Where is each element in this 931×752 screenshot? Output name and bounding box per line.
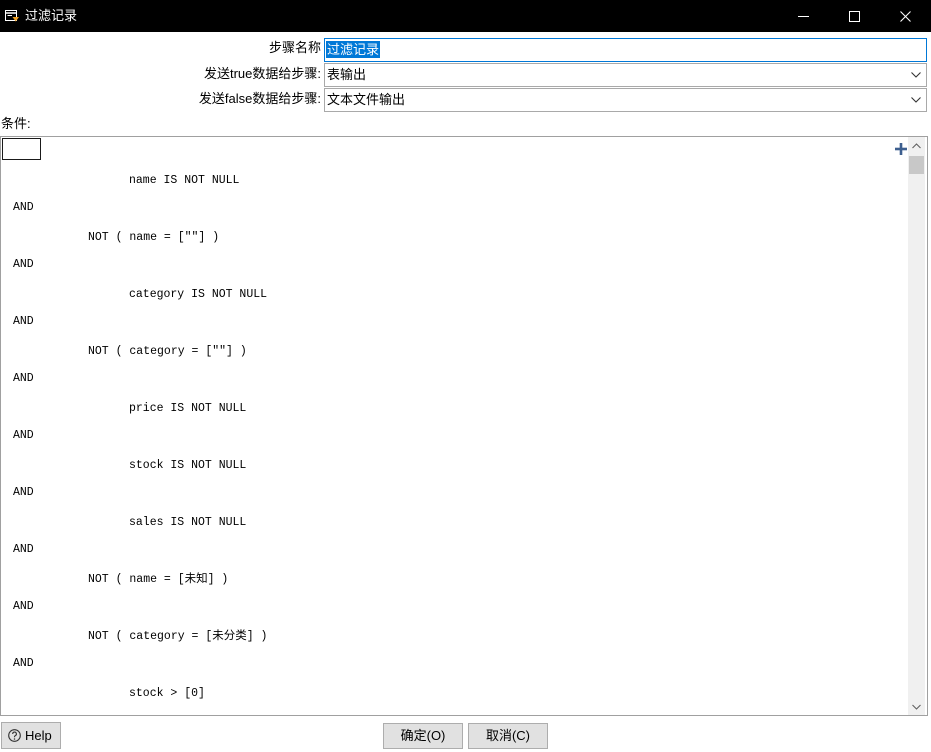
- send-false-value: 文本文件输出: [327, 92, 406, 107]
- operator-row[interactable]: AND: [13, 543, 34, 557]
- vertical-scrollbar[interactable]: [908, 137, 925, 715]
- operator-row[interactable]: AND: [13, 429, 34, 443]
- condition-row[interactable]: stock > [0]: [129, 687, 205, 701]
- step-name-value: 过滤记录: [326, 41, 381, 58]
- chevron-up-icon: [912, 142, 921, 148]
- step-name-label: 步骤名称: [268, 40, 321, 55]
- maximize-icon: [848, 10, 860, 22]
- send-true-value: 表输出: [327, 67, 367, 82]
- negated-condition-row[interactable]: NOT ( name = [""] ): [88, 231, 219, 245]
- help-label: Help: [25, 728, 52, 743]
- window-title: 过滤记录: [25, 8, 78, 23]
- chevron-down-icon: [911, 97, 921, 103]
- negated-condition-row[interactable]: NOT ( category = [""] ): [88, 345, 247, 359]
- minimize-button[interactable]: [780, 0, 826, 32]
- condition-row[interactable]: stock IS NOT NULL: [129, 459, 246, 473]
- help-icon: [8, 729, 21, 742]
- condition-row[interactable]: name IS NOT NULL: [129, 174, 239, 188]
- send-true-label: 发送true数据给步骤:: [203, 66, 321, 81]
- operator-row[interactable]: AND: [13, 600, 34, 614]
- condition-row[interactable]: price IS NOT NULL: [129, 402, 246, 416]
- negated-condition-row[interactable]: NOT ( category = [未分类] ): [88, 630, 267, 644]
- operator-row[interactable]: AND: [13, 372, 34, 386]
- plus-icon[interactable]: [894, 142, 908, 156]
- scroll-down-button[interactable]: [908, 698, 925, 715]
- close-icon: [899, 10, 911, 22]
- scroll-up-button[interactable]: [908, 137, 925, 154]
- help-button[interactable]: Help: [1, 722, 61, 749]
- operator-row[interactable]: AND: [13, 201, 34, 215]
- condition-list: name IS NOT NULL AND NOT ( name = [""] ) AN…: [1, 174, 267, 714]
- step-name-input[interactable]: 过滤记录: [324, 38, 927, 62]
- operator-row[interactable]: AND: [13, 486, 34, 500]
- operator-row[interactable]: AND: [13, 657, 34, 671]
- scroll-thumb[interactable]: [909, 156, 924, 174]
- cancel-button[interactable]: 取消(C): [468, 723, 548, 749]
- condition-label: 条件:: [1, 116, 31, 131]
- send-false-label: 发送false数据给步骤:: [198, 91, 321, 106]
- filter-rows-icon: [5, 10, 19, 22]
- maximize-button[interactable]: [831, 0, 877, 32]
- ok-button[interactable]: 确定(O): [383, 723, 463, 749]
- minimize-icon: [797, 15, 809, 17]
- operator-row[interactable]: AND: [13, 315, 34, 329]
- condition-row[interactable]: category IS NOT NULL: [129, 288, 267, 302]
- root-condition-box[interactable]: [2, 138, 41, 160]
- condition-editor[interactable]: name IS NOT NULL AND NOT ( name = [""] ) AN…: [0, 136, 928, 716]
- chevron-down-icon: [911, 72, 921, 78]
- negated-condition-row[interactable]: NOT ( name = [未知] ): [88, 573, 228, 587]
- title-bar[interactable]: 过滤记录: [0, 0, 931, 32]
- close-button[interactable]: [882, 0, 928, 32]
- operator-row[interactable]: AND: [13, 258, 34, 272]
- send-true-select[interactable]: 表输出: [324, 63, 927, 87]
- send-false-select[interactable]: 文本文件输出: [324, 88, 927, 112]
- chevron-down-icon: [912, 704, 921, 710]
- condition-row[interactable]: sales IS NOT NULL: [129, 516, 246, 530]
